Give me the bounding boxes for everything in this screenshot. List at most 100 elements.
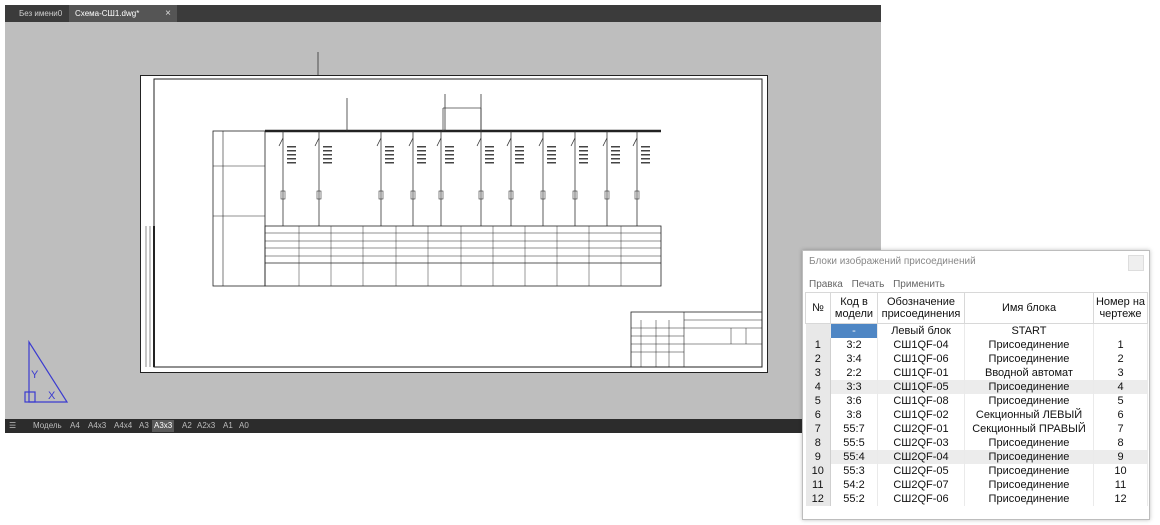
layout-tab[interactable]: A2 <box>180 420 194 432</box>
row-number-cell[interactable]: 10 <box>805 464 831 478</box>
layout-tab[interactable]: A0 <box>237 420 251 432</box>
table-row[interactable]: 10 55:3 СШ2QF-05 Присоединение 10 <box>805 464 1148 478</box>
sheet-number-cell[interactable]: 9 <box>1093 450 1148 464</box>
sheet-number-cell[interactable]: 3 <box>1093 366 1148 380</box>
sheet-number-cell[interactable]: 12 <box>1093 492 1148 506</box>
designation-cell[interactable]: Левый блок <box>877 323 965 338</box>
table-row[interactable]: 2 3:4 СШ1QF-06 Присоединение 2 <box>805 352 1148 366</box>
table-row[interactable]: 9 55:4 СШ2QF-04 Присоединение 9 <box>805 450 1148 464</box>
block-name-cell[interactable]: Вводной автомат <box>964 366 1094 380</box>
row-number-cell[interactable]: 8 <box>805 436 831 450</box>
model-code-cell[interactable]: 3:6 <box>830 394 878 408</box>
layout-tab[interactable]: A3x3 <box>152 420 175 432</box>
row-number-cell[interactable] <box>805 323 831 338</box>
row-number-cell[interactable]: 11 <box>805 478 831 492</box>
sheet-number-cell[interactable]: 5 <box>1093 394 1148 408</box>
sheet-number-cell[interactable]: 1 <box>1093 338 1148 352</box>
block-name-cell[interactable]: Присоединение <box>964 394 1094 408</box>
menu-print[interactable]: Печать <box>852 279 885 290</box>
menu-apply[interactable]: Применить <box>893 279 945 290</box>
row-number-cell[interactable]: 4 <box>805 380 831 394</box>
model-code-cell[interactable]: 55:2 <box>830 492 878 506</box>
close-icon[interactable]: × <box>165 5 171 22</box>
block-name-cell[interactable]: Присоединение <box>964 464 1094 478</box>
model-code-cell[interactable]: 3:4 <box>830 352 878 366</box>
table-row[interactable]: 3 2:2 СШ1QF-01 Вводной автомат 3 <box>805 366 1148 380</box>
designation-cell[interactable]: СШ1QF-02 <box>877 408 965 422</box>
layout-menu-icon[interactable]: ☰ <box>7 420 21 432</box>
block-name-cell[interactable]: Присоединение <box>964 478 1094 492</box>
model-code-cell[interactable]: 2:2 <box>830 366 878 380</box>
table-row[interactable]: 6 3:8 СШ1QF-02 Секционный ЛЕВЫЙ 6 <box>805 408 1148 422</box>
designation-cell[interactable]: СШ2QF-03 <box>877 436 965 450</box>
sheet-number-cell[interactable]: 7 <box>1093 422 1148 436</box>
column-header-sheet-number[interactable]: Номер на чертеже <box>1093 292 1148 324</box>
layout-tab[interactable]: A4 <box>68 420 82 432</box>
sheet-number-cell[interactable]: 8 <box>1093 436 1148 450</box>
model-code-cell[interactable]: 55:3 <box>830 464 878 478</box>
model-code-cell[interactable]: 55:5 <box>830 436 878 450</box>
block-name-cell[interactable]: Присоединение <box>964 352 1094 366</box>
table-row[interactable]: 8 55:5 СШ2QF-03 Присоединение 8 <box>805 436 1148 450</box>
model-code-cell[interactable]: 55:7 <box>830 422 878 436</box>
designation-cell[interactable]: СШ1QF-08 <box>877 394 965 408</box>
table-row[interactable]: 4 3:3 СШ1QF-05 Присоединение 4 <box>805 380 1148 394</box>
block-name-cell[interactable]: Присоединение <box>964 436 1094 450</box>
model-code-cell[interactable]: 55:4 <box>830 450 878 464</box>
table-row[interactable]: 5 3:6 СШ1QF-08 Присоединение 5 <box>805 394 1148 408</box>
row-number-cell[interactable]: 5 <box>805 394 831 408</box>
designation-cell[interactable]: СШ2QF-06 <box>877 492 965 506</box>
table-row[interactable]: - Левый блок START <box>805 323 1148 338</box>
layout-tab[interactable]: A1 <box>221 420 235 432</box>
menu-edit[interactable]: Правка <box>809 279 843 290</box>
block-name-cell[interactable]: Секционный ПРАВЫЙ <box>964 422 1094 436</box>
layout-tab[interactable]: Модель <box>31 420 64 432</box>
column-header-number[interactable]: № <box>805 292 831 324</box>
sheet-number-cell[interactable]: 6 <box>1093 408 1148 422</box>
table-row[interactable]: 11 54:2 СШ2QF-07 Присоединение 11 <box>805 478 1148 492</box>
table-row[interactable]: 12 55:2 СШ2QF-06 Присоединение 12 <box>805 492 1148 506</box>
row-number-cell[interactable]: 12 <box>805 492 831 506</box>
block-name-cell[interactable]: Присоединение <box>964 380 1094 394</box>
sheet-number-cell[interactable]: 10 <box>1093 464 1148 478</box>
block-name-cell[interactable]: START <box>964 323 1094 338</box>
designation-cell[interactable]: СШ2QF-07 <box>877 478 965 492</box>
layout-tab[interactable]: A2x3 <box>195 420 217 432</box>
model-code-cell[interactable]: 3:8 <box>830 408 878 422</box>
row-number-cell[interactable]: 7 <box>805 422 831 436</box>
row-number-cell[interactable]: 6 <box>805 408 831 422</box>
model-code-cell[interactable]: 3:2 <box>830 338 878 352</box>
table-row[interactable]: 7 55:7 СШ2QF-01 Секционный ПРАВЫЙ 7 <box>805 422 1148 436</box>
row-number-cell[interactable]: 3 <box>805 366 831 380</box>
block-name-cell[interactable]: Секционный ЛЕВЫЙ <box>964 408 1094 422</box>
column-header-block-name[interactable]: Имя блока <box>964 292 1094 324</box>
row-number-cell[interactable]: 2 <box>805 352 831 366</box>
sheet-number-cell[interactable] <box>1093 323 1148 338</box>
designation-cell[interactable]: СШ1QF-04 <box>877 338 965 352</box>
model-code-cell[interactable]: - <box>830 323 878 338</box>
table-row[interactable]: 1 3:2 СШ1QF-04 Присоединение 1 <box>805 338 1148 352</box>
layout-tab[interactable]: A4x3 <box>86 420 108 432</box>
drawing-canvas[interactable]: Y X <box>5 22 881 419</box>
doc-tab-schema[interactable]: Схема-СШ1.dwg* × <box>69 5 177 22</box>
designation-cell[interactable]: СШ1QF-06 <box>877 352 965 366</box>
column-header-designation[interactable]: Обозначение присоединения <box>877 292 965 324</box>
block-name-cell[interactable]: Присоединение <box>964 450 1094 464</box>
model-code-cell[interactable]: 54:2 <box>830 478 878 492</box>
designation-cell[interactable]: СШ1QF-01 <box>877 366 965 380</box>
designation-cell[interactable]: СШ2QF-01 <box>877 422 965 436</box>
sheet-number-cell[interactable]: 2 <box>1093 352 1148 366</box>
designation-cell[interactable]: СШ2QF-04 <box>877 450 965 464</box>
row-number-cell[interactable]: 1 <box>805 338 831 352</box>
row-number-cell[interactable]: 9 <box>805 450 831 464</box>
sheet-number-cell[interactable]: 4 <box>1093 380 1148 394</box>
model-code-cell[interactable]: 3:3 <box>830 380 878 394</box>
doc-tab-untitled[interactable]: Без имени0 <box>13 5 69 22</box>
designation-cell[interactable]: СШ1QF-05 <box>877 380 965 394</box>
sheet-number-cell[interactable]: 11 <box>1093 478 1148 492</box>
block-name-cell[interactable]: Присоединение <box>964 338 1094 352</box>
column-header-model-code[interactable]: Код в модели <box>830 292 878 324</box>
block-name-cell[interactable]: Присоединение <box>964 492 1094 506</box>
designation-cell[interactable]: СШ2QF-05 <box>877 464 965 478</box>
layout-tab[interactable]: A4x4 <box>112 420 134 432</box>
